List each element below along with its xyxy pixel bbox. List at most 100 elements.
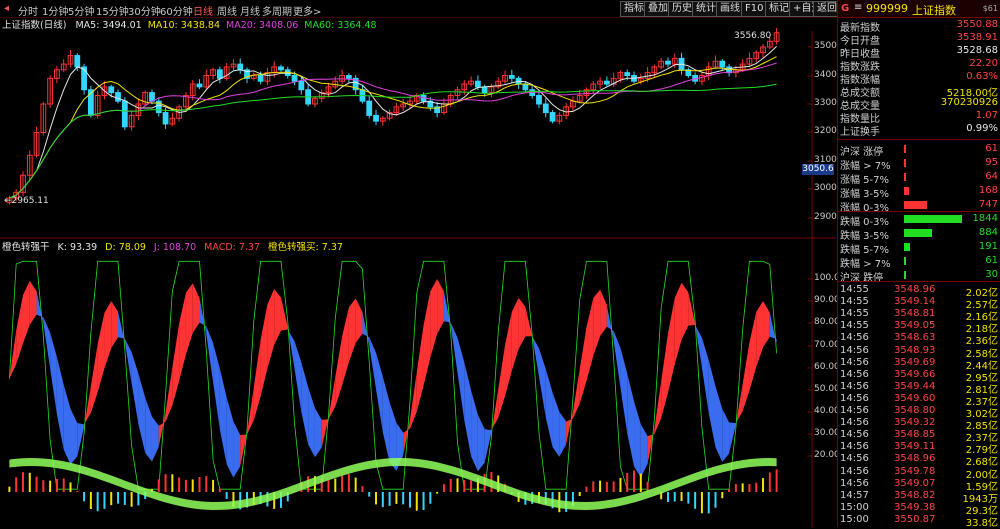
tick-row-13: 14:56 3549.11 2.79亿: [838, 441, 1000, 456]
breadth-label: 沪深 涨停: [840, 147, 884, 158]
tick-time: 14:56: [840, 356, 869, 368]
kdj-ribbon-segment: [511, 297, 519, 371]
kdj-ribbon-segment: [742, 342, 750, 412]
breadth-value: 61: [985, 143, 998, 154]
tick-price: 3549.60: [894, 392, 936, 404]
kdj-ribbon-segment: [179, 292, 186, 381]
tick-price: 3548.96: [894, 284, 936, 295]
tick-time: 14:56: [840, 441, 869, 453]
tick-time: 14:56: [840, 380, 869, 392]
tick-price: 3549.14: [894, 296, 936, 308]
tick-row-18: 15:00 3549.38 29.3亿: [838, 501, 1000, 517]
high-price-label: 3556.80: [734, 31, 772, 41]
breadth-value: 30: [985, 269, 998, 280]
kdj-ribbon-segment: [681, 282, 689, 340]
kdj-ribbon-segment: [715, 386, 723, 462]
kdj-ribbon-segment: [661, 333, 668, 419]
candle-body: [237, 63, 244, 71]
menu-icon[interactable]: ≡: [854, 2, 862, 13]
kdj-ribbon-segment: [756, 301, 764, 368]
quote-value: 370230926: [940, 97, 998, 108]
kdj-ribbon-segment: [457, 337, 465, 421]
tick-row-17: 14:57 3548.82 1943万: [838, 490, 1000, 505]
axis-marker: 3050.6: [802, 164, 834, 175]
kdj-ribbon-segment: [572, 369, 580, 419]
candle-body: [74, 55, 81, 68]
breadth-down-row-3: 跌幅 > 7% 61: [838, 255, 1000, 270]
kdj-ribbon-segment: [43, 317, 51, 369]
quote-row-7: 指数量比 1.07: [838, 110, 1000, 125]
tick-price: 3548.85: [894, 429, 936, 441]
breadth-value: 95: [985, 157, 998, 168]
kdj-tick-6: 40.00: [814, 406, 840, 416]
tick-price: 3549.38: [894, 501, 936, 513]
breadth-label: 跌幅 5-7%: [840, 245, 890, 256]
breadth-down-bar-0: [904, 215, 962, 223]
breadth-value: 64: [985, 171, 998, 182]
tick-time: 14:55: [840, 320, 869, 332]
price-tick-6: 2900: [814, 212, 837, 222]
candle-body: [719, 60, 726, 68]
tick-time: 15:00: [840, 501, 869, 513]
kdj-ribbon-segment: [667, 297, 675, 393]
tick-time: 14:55: [840, 296, 869, 308]
candle-body: [81, 66, 87, 91]
kdj-ribbon-segment: [226, 397, 234, 478]
kdj-ribbon-segment: [763, 301, 770, 348]
candle-body: [216, 69, 223, 79]
kdj-ribbon-segment: [233, 421, 241, 478]
kdj-ribbon-segment: [145, 397, 152, 462]
breadth-label: 跌幅 3-5%: [840, 231, 890, 242]
tick-time: 14:56: [840, 465, 869, 477]
candle-body: [257, 75, 264, 82]
kdj-ribbon-segment: [586, 298, 594, 381]
indicator-legend: 橙色转强干 K: 93.39 D: 78.09 J: 108.70 MACD: 7.37…: [2, 239, 351, 253]
tick-row-19: 15:00 3550.87 33.8亿: [838, 514, 1000, 529]
kdj-ribbon-segment: [9, 330, 17, 379]
tick-price: 3548.63: [894, 332, 936, 344]
quote-panel: G ≡ 999999 上证指数 $61 最新指数 3550.88 今日开盘 3538.…: [837, 0, 1000, 529]
tick-row-0: 14:55 3548.96 2.02亿: [838, 284, 1000, 299]
candle-body: [278, 66, 284, 71]
breadth-down-row-0: 跌幅 0-3% 1844: [838, 213, 1000, 228]
tick-time: 14:56: [840, 429, 869, 441]
kdj-ribbon-segment: [518, 297, 526, 349]
tick-row-3: 14:55 3549.05 2.18亿: [838, 320, 1000, 335]
price-tick-0: 3500: [814, 41, 837, 51]
quote-row-5: 总成交额 5218.00亿: [838, 84, 1000, 99]
kdj-tick-1: 90.00: [814, 295, 840, 305]
panel-divider-1: [838, 139, 1000, 140]
kdj-ribbon-segment: [471, 390, 478, 472]
kdj-ribbon-segment: [335, 336, 343, 407]
tick-row-14: 14:56 3548.96 2.68亿: [838, 453, 1000, 468]
tick-price: 3548.96: [894, 453, 936, 465]
kdj-ribbon-segment: [708, 360, 716, 448]
stock-icon: G: [841, 3, 850, 14]
kdj-ribbon-segment: [674, 282, 682, 365]
kdj-ribbon-segment: [104, 300, 112, 369]
tick-price: 3548.93: [894, 344, 936, 356]
price-tick-2: 3300: [814, 98, 837, 108]
breadth-value: 747: [978, 199, 998, 210]
quote-row-6: 总成交量 370230926: [838, 97, 1000, 112]
quote-value: 1.07: [975, 110, 998, 121]
tick-price: 3549.69: [894, 356, 936, 368]
breadth-up-bar-0: [904, 145, 906, 153]
candle-body: [298, 80, 305, 91]
candle-body: [665, 60, 671, 65]
breadth-up-row-0: 沪深 涨停 61: [838, 143, 1000, 158]
kdj-ribbon-segment: [749, 311, 757, 391]
quote-value: 3550.88: [956, 19, 998, 30]
kdj-ribbon-segment: [97, 312, 105, 393]
kline-chart[interactable]: [0, 0, 836, 527]
tick-time: 14:55: [840, 284, 869, 295]
tick-row-10: 14:56 3548.80 3.02亿: [838, 405, 1000, 420]
kdj-ribbon-segment: [185, 283, 193, 355]
breadth-up-bar-3: [904, 187, 910, 195]
candle-body: [366, 100, 373, 116]
kdj-ribbon-segment: [505, 311, 512, 397]
breadth-up-row-1: 涨幅 > 7% 95: [838, 157, 1000, 172]
quote-value: 3538.91: [956, 32, 998, 43]
kdj-tick-0: 100.0: [814, 273, 840, 283]
price-tick-5: 3000: [814, 183, 837, 193]
